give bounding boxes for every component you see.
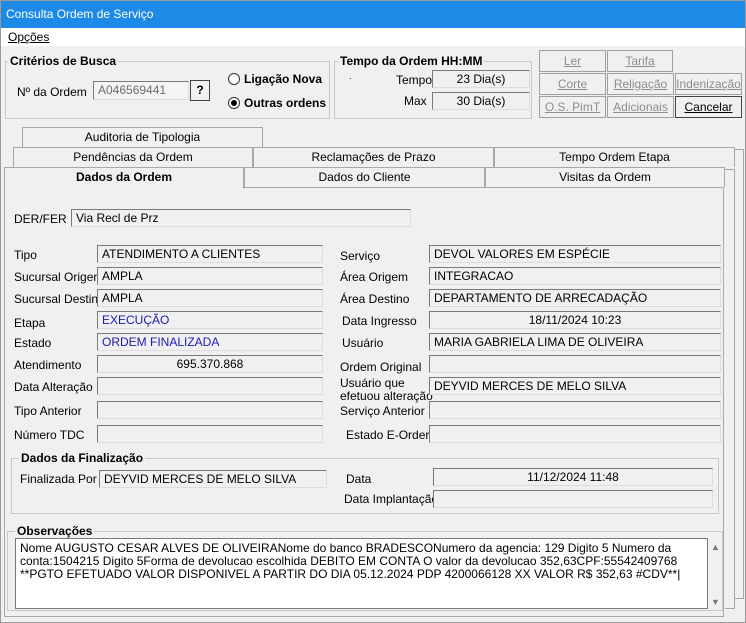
religacao-button[interactable]: Religação [607, 73, 674, 95]
estado-eorder-label: Estado E-Order [346, 428, 430, 442]
estado-eorder-field [429, 425, 721, 443]
search-order-button[interactable]: ? [190, 80, 210, 101]
max-value: 30 Dia(s) [432, 92, 530, 110]
criterios-title: Critérios de Busca [8, 54, 119, 68]
finalizada-por-label: Finalizada Por [20, 472, 97, 486]
window-title: Consulta Ordem de Serviço [6, 7, 154, 21]
area-destino-field: DEPARTAMENTO DE ARRECADAÇÃO [429, 289, 721, 307]
tarifa-button-label: Tarifa [625, 54, 655, 68]
tab-tempo-ordem-etapa[interactable]: Tempo Ordem Etapa [494, 147, 735, 167]
numero-tdc-field [97, 425, 323, 443]
tab-auditoria-tipologia[interactable]: Auditoria de Tipologia [22, 127, 263, 147]
usuario-field: MARIA GABRIELA LIMA DE OLIVEIRA [429, 333, 721, 351]
usuario-alteracao-label-1: Usuário que [340, 376, 405, 390]
tab-dados-ordem[interactable]: Dados da Ordem [4, 167, 244, 189]
data-ingresso-field: 18/11/2024 10:23 [429, 311, 721, 329]
ordem-original-label: Ordem Original [340, 360, 422, 374]
observacoes-title: Observações [15, 524, 95, 538]
menu-bar: Opções [1, 28, 745, 46]
ordem-input[interactable]: A046569441 [93, 81, 189, 100]
data-alteracao-label: Data Alteração [14, 380, 93, 394]
servico-label: Serviço [340, 249, 381, 263]
tab-pendencias[interactable]: Pendências da Ordem [13, 147, 253, 167]
tempo-label: Tempo [396, 73, 433, 87]
estado-label: Estado [14, 336, 52, 350]
adicionais-button-label: Adicionais [613, 100, 668, 114]
tempo-dot: . [349, 71, 352, 81]
tarifa-button[interactable]: Tarifa [607, 50, 673, 72]
etapa-label: Etapa [14, 316, 46, 330]
corte-button-label: Corte [557, 77, 588, 91]
numero-tdc-label: Número TDC [14, 428, 85, 442]
os-pimt-button-label: O.S. PimT [544, 100, 601, 114]
area-destino-label: Área Destino [340, 292, 410, 306]
atendimento-field: 695.370.868 [97, 355, 323, 373]
tempo-value: 23 Dia(s) [432, 70, 530, 88]
tab-dados-cliente[interactable]: Dados do Cliente [244, 167, 485, 187]
usuario-alteracao-label-2: efetuou alteração [340, 389, 433, 403]
data-implantacao-field [433, 490, 713, 508]
servico-anterior-label: Serviço Anterior [340, 404, 425, 418]
atendimento-label: Atendimento [14, 358, 82, 372]
scroll-up-icon[interactable]: ▲ [711, 541, 720, 554]
sucursal-destino-field: AMPLA [97, 289, 323, 307]
radio-ligacao-label[interactable]: Ligação Nova [244, 72, 322, 86]
data-ingresso-label: Data Ingresso [342, 314, 417, 328]
usuario-alteracao-field: DEYVID MERCES DE MELO SILVA [429, 377, 721, 395]
cancelar-button-label: Cancelar [684, 100, 733, 114]
finalizacao-data-field: 11/12/2024 11:48 [433, 468, 713, 486]
corte-button[interactable]: Corte [539, 73, 606, 95]
radio-outras-label[interactable]: Outras ordens [244, 96, 326, 110]
servico-anterior-field [429, 401, 721, 419]
sucursal-destino-label: Sucursal Destino [14, 292, 105, 306]
scroll-down-icon[interactable]: ▼ [711, 596, 720, 609]
menu-options[interactable]: Opções [8, 30, 49, 44]
finalizacao-data-label: Data [346, 472, 372, 486]
indenizacao-button-label: Indenização [676, 77, 741, 91]
indenizacao-button[interactable]: Indenização [675, 73, 742, 95]
usuario-label: Usuário [342, 336, 384, 350]
radio-outras-ordens[interactable] [228, 97, 240, 109]
tab-reclamacoes-prazo[interactable]: Reclamações de Prazo [253, 147, 494, 167]
ordem-label: Nº da Ordem [17, 85, 87, 99]
main-window: Consulta Ordem de Serviço Opções Critéri… [0, 0, 746, 623]
ordem-original-field [429, 355, 721, 373]
observacoes-text: Nome AUGUSTO CESAR ALVES DE OLIVEIRANome… [20, 541, 681, 581]
tab-stack-edge-2 [725, 169, 735, 609]
ler-button-label: Ler [563, 54, 582, 68]
tipo-anterior-field [97, 401, 323, 419]
servico-field: DEVOL VALORES EM ESPÉCIE [429, 245, 721, 263]
data-implantacao-label: Data Implantação [344, 492, 439, 506]
data-alteracao-field [97, 377, 323, 395]
estado-field: ORDEM FINALIZADA [97, 333, 323, 351]
finalizada-por-field: DEYVID MERCES DE MELO SILVA [99, 470, 327, 488]
tab-visitas-ordem[interactable]: Visitas da Ordem [485, 167, 725, 187]
etapa-field: EXECUÇÃO [97, 311, 323, 329]
area-origem-label: Área Origem [340, 270, 409, 284]
observacoes-textarea[interactable]: Nome AUGUSTO CESAR ALVES DE OLIVEIRANome… [15, 538, 720, 609]
der-fer-value: Via Recl de Prz [71, 209, 411, 227]
max-label: Max [404, 94, 427, 108]
ler-button[interactable]: Ler [539, 50, 606, 72]
title-bar: Consulta Ordem de Serviço [1, 1, 745, 28]
adicionais-button[interactable]: Adicionais [607, 96, 674, 118]
sucursal-origem-field: AMPLA [97, 267, 323, 285]
area-origem-field: INTEGRACAO [429, 267, 721, 285]
finalizacao-title: Dados da Finalização [19, 451, 146, 465]
os-pimt-button[interactable]: O.S. PimT [539, 96, 606, 118]
sucursal-origem-label: Sucursal Origem [14, 270, 104, 284]
radio-ligacao-nova[interactable] [228, 73, 240, 85]
tab-stack-edge [734, 149, 744, 599]
der-fer-label: DER/FER [14, 212, 67, 226]
cancelar-button[interactable]: Cancelar [675, 96, 742, 118]
tipo-field: ATENDIMENTO A CLIENTES [97, 245, 323, 263]
tempo-title: Tempo da Ordem HH:MM [338, 54, 485, 68]
tipo-label: Tipo [14, 248, 37, 262]
tipo-anterior-label: Tipo Anterior [14, 404, 82, 418]
religacao-button-label: Religação [613, 77, 668, 91]
